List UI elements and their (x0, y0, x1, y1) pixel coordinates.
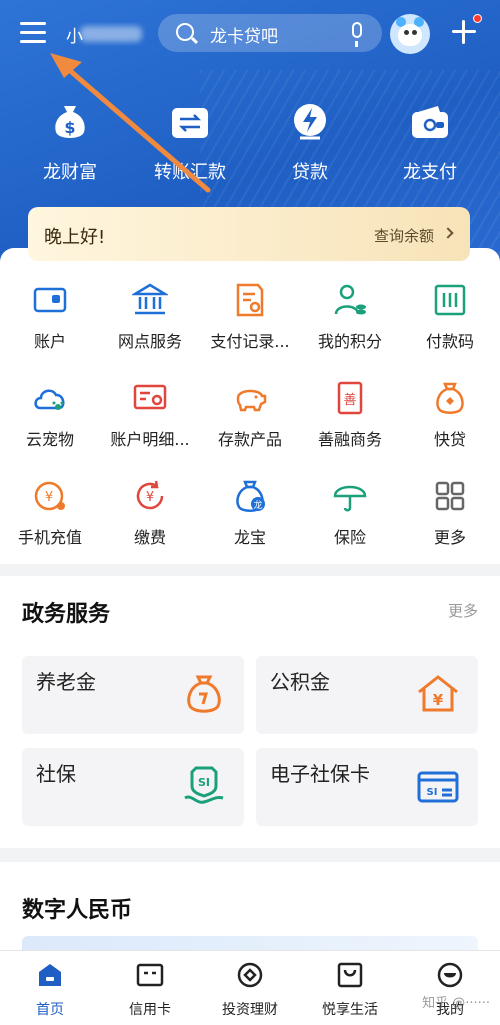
svg-text:¥: ¥ (146, 490, 154, 505)
section-title: 政务服务 (22, 602, 111, 627)
service-pay-code[interactable]: 付款码 (400, 282, 500, 352)
tab-credit-card[interactable]: 信用卡 (100, 961, 200, 1019)
svg-text:¥: ¥ (433, 691, 444, 709)
loan-icon (288, 100, 332, 144)
phone-recharge-icon: ¥ (32, 478, 68, 514)
menu-icon[interactable] (20, 20, 48, 46)
svg-text:¥: ¥ (45, 490, 53, 505)
grid-more-icon (432, 478, 468, 514)
umbrella-icon (332, 478, 368, 514)
quick-label: 龙财富 (43, 162, 97, 183)
quick-wallet[interactable]: 龙支付 (370, 100, 490, 184)
pay-code-icon (432, 282, 468, 318)
quick-money-bag[interactable]: $ 龙财富 (10, 100, 130, 184)
check-balance-link[interactable]: 查询余额 (374, 225, 434, 246)
greeting-text: 晚上好! (44, 227, 106, 248)
transfer-icon (168, 100, 212, 144)
card-social-security[interactable]: 社保 SI (22, 748, 244, 826)
tab-life[interactable]: 悦享生活 (300, 961, 400, 1019)
account-icon (32, 282, 68, 318)
quick-label: 转账汇款 (154, 162, 226, 183)
card-housing-fund[interactable]: 公积金 ¥ (256, 656, 478, 734)
points-icon (332, 282, 368, 318)
service-account[interactable]: 账户 (0, 282, 100, 352)
svg-text:SI: SI (427, 787, 438, 798)
bill-pay-icon: ¥ (132, 478, 168, 514)
gov-services-section: 政务服务 更多 养老金 公积金 ¥ 社保 SI 电子社保卡 SI (0, 576, 500, 848)
service-deposit[interactable]: 存款产品 (200, 380, 300, 450)
service-branch[interactable]: 网点服务 (100, 282, 200, 352)
tab-home[interactable]: 首页 (0, 961, 100, 1019)
watermark: 知乎 @······ (422, 996, 490, 1011)
profile-icon (436, 961, 464, 989)
service-quick-loan[interactable]: 快贷 (400, 380, 500, 450)
service-longbao[interactable]: 龙 龙宝 (200, 478, 300, 548)
service-account-detail[interactable]: 账户明细... (100, 380, 200, 450)
search-bar[interactable]: 龙卡贷吧 (158, 14, 382, 52)
digital-rmb-section: 数字人民币 (0, 862, 500, 962)
quick-transfer[interactable]: 转账汇款 (130, 100, 250, 184)
tab-invest[interactable]: 投资理财 (200, 961, 300, 1019)
home-icon (36, 961, 64, 989)
service-insurance[interactable]: 保险 (300, 478, 400, 548)
microphone-icon[interactable] (352, 22, 362, 47)
housing-fund-icon: ¥ (416, 672, 460, 716)
money-bag-icon: $ (48, 100, 92, 144)
avatar[interactable] (390, 14, 430, 54)
card-social-card[interactable]: 电子社保卡 SI (256, 748, 478, 826)
more-link[interactable]: 更多 (448, 600, 478, 621)
service-shanrong[interactable]: 善 善融商务 (300, 380, 400, 450)
life-bag-icon (336, 961, 364, 989)
username[interactable]: 小 (66, 22, 146, 46)
payment-record-icon (232, 282, 268, 318)
quick-label: 龙支付 (403, 162, 457, 183)
chevron-right-icon (442, 227, 454, 239)
wallet-icon (408, 100, 452, 144)
longbao-icon: 龙 (232, 478, 268, 514)
social-security-icon: SI (182, 764, 226, 808)
shanrong-icon: 善 (332, 380, 368, 416)
bottom-nav: 首页 信用卡 投资理财 悦享生活 我的 (0, 950, 500, 1025)
greeting-banner[interactable]: 晚上好! 查询余额 (28, 207, 470, 261)
search-icon (176, 23, 194, 41)
blurred-name (80, 26, 142, 42)
piggy-bank-icon (232, 380, 268, 416)
invest-icon (236, 961, 264, 989)
search-placeholder: 龙卡贷吧 (210, 27, 278, 47)
service-more[interactable]: 更多 (400, 478, 500, 548)
service-bill-pay[interactable]: ¥ 缴费 (100, 478, 200, 548)
top-bar: 小 龙卡贷吧 (0, 12, 500, 56)
quick-label: 贷款 (292, 162, 328, 183)
card-pension[interactable]: 养老金 (22, 656, 244, 734)
services-panel: 账户 网点服务 支付记录... 我的积分 付款码 云宠物 账户明细... 存款产… (0, 248, 500, 564)
svg-text:$: $ (64, 118, 75, 137)
svg-text:SI: SI (198, 776, 210, 789)
service-cloud-pet[interactable]: 云宠物 (0, 380, 100, 450)
svg-text:龙: 龙 (253, 499, 262, 511)
quick-loan-icon (432, 380, 468, 416)
svg-text:善: 善 (343, 392, 356, 408)
cloud-pet-icon (32, 380, 68, 416)
add-icon[interactable] (452, 20, 476, 44)
service-phone-recharge[interactable]: ¥ 手机充值 (0, 478, 100, 548)
bank-branch-icon (130, 282, 170, 318)
service-payment-record[interactable]: 支付记录... (200, 282, 300, 352)
account-detail-icon (132, 380, 168, 416)
credit-card-icon (136, 961, 164, 989)
pension-bag-icon (182, 672, 226, 716)
quick-loan[interactable]: 贷款 (250, 100, 370, 184)
service-points[interactable]: 我的积分 (300, 282, 400, 352)
social-card-icon: SI (416, 764, 460, 808)
notification-dot (473, 14, 482, 23)
section-title: 数字人民币 (22, 898, 133, 923)
